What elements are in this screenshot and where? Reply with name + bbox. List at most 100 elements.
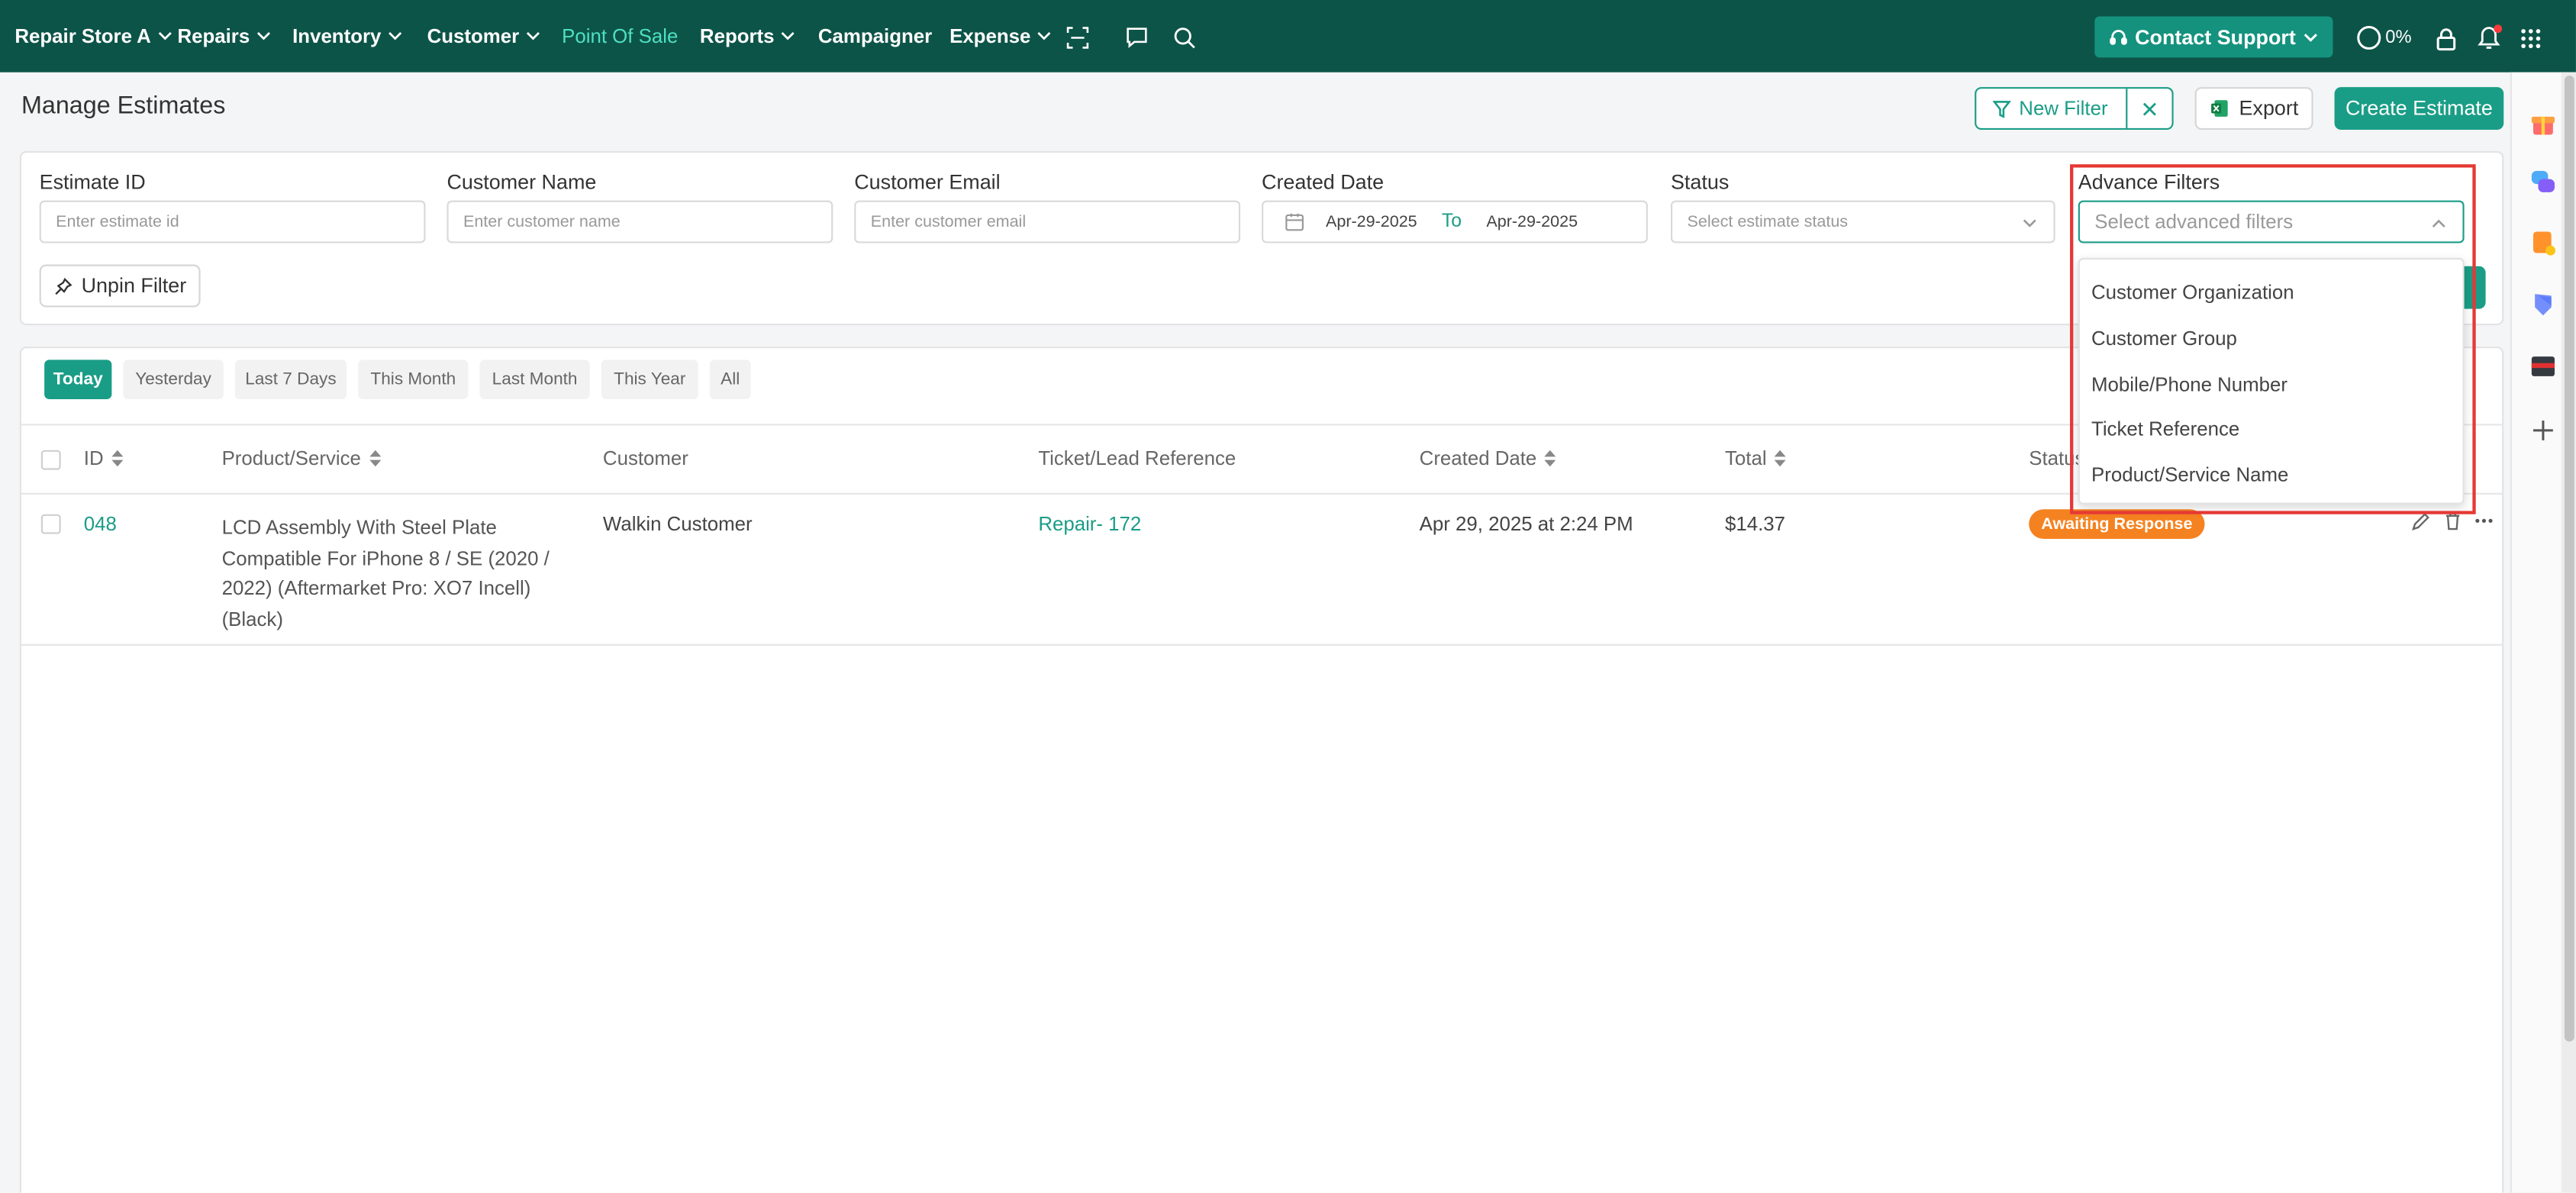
option-customer-group[interactable]: Customer Group bbox=[2091, 327, 2237, 350]
chip-all[interactable]: All bbox=[709, 360, 751, 400]
sort-icon bbox=[1545, 450, 1557, 467]
column-header-product[interactable]: Product/Service bbox=[221, 447, 381, 470]
nav-label: Repairs bbox=[177, 24, 250, 48]
progress-label: 0% bbox=[2385, 27, 2412, 48]
customer-name-input[interactable]: Enter customer name bbox=[447, 200, 833, 243]
top-navbar: Repair Store A Repairs Inventory Custome… bbox=[0, 0, 2576, 73]
placeholder: Select advanced filters bbox=[2094, 210, 2294, 234]
contact-support-button[interactable]: Contact Support bbox=[2094, 16, 2333, 58]
card-icon[interactable] bbox=[2529, 352, 2558, 382]
chevron-down-icon bbox=[257, 32, 271, 40]
create-estimate-button[interactable]: Create Estimate bbox=[2334, 87, 2504, 131]
nav-item-store[interactable]: Repair Store A bbox=[15, 0, 172, 73]
product-description: LCD Assembly With Steel Plate Compatible… bbox=[222, 513, 550, 634]
chevron-down-icon bbox=[2304, 33, 2318, 41]
nav-item-expense[interactable]: Expense bbox=[949, 0, 1052, 73]
chip-last-7-days[interactable]: Last 7 Days bbox=[234, 360, 347, 400]
status-select[interactable]: Select estimate status bbox=[1670, 200, 2055, 243]
advance-filters-select[interactable]: Select advanced filters bbox=[2078, 200, 2465, 243]
clear-filter-button[interactable] bbox=[2127, 89, 2171, 128]
chat-icon[interactable] bbox=[1124, 24, 1149, 50]
product-line: (Black) bbox=[221, 607, 283, 630]
nav-label: Campaigner bbox=[817, 24, 933, 48]
scrollbar-thumb[interactable] bbox=[2564, 76, 2574, 1042]
ticket-reference-link[interactable]: Repair- 172 bbox=[1038, 513, 1141, 536]
nav-label: Point Of Sale bbox=[562, 24, 679, 48]
date-to-label: To bbox=[1441, 211, 1462, 232]
customer-email-label: Customer Email bbox=[854, 170, 1001, 194]
unpin-label: Unpin Filter bbox=[81, 274, 187, 298]
sort-icon bbox=[369, 450, 381, 467]
chevron-down-icon bbox=[388, 32, 402, 40]
sort-icon bbox=[111, 450, 124, 467]
column-header-customer: Customer bbox=[603, 447, 688, 469]
status-label: Status bbox=[1670, 170, 1730, 194]
column-header-id[interactable]: ID bbox=[83, 447, 124, 470]
created-date-label: Created Date bbox=[1262, 170, 1385, 194]
lock-icon[interactable] bbox=[2435, 26, 2458, 50]
column-header-created[interactable]: Created Date bbox=[1419, 447, 1557, 470]
column-header-total[interactable]: Total bbox=[1725, 447, 1787, 470]
gift-icon[interactable] bbox=[2529, 108, 2558, 138]
header-label: Created Date bbox=[1419, 447, 1537, 470]
option-customer-organization[interactable]: Customer Organization bbox=[2091, 281, 2294, 304]
nav-item-campaigner[interactable]: Campaigner bbox=[818, 0, 932, 73]
filter-icon bbox=[1992, 100, 2011, 118]
column-header-status: Status bbox=[2029, 447, 2084, 469]
option-ticket-reference[interactable]: Ticket Reference bbox=[2091, 418, 2239, 440]
customer-name-label: Customer Name bbox=[447, 170, 597, 194]
new-filter-button[interactable]: New Filter bbox=[1976, 89, 2126, 128]
chip-today[interactable]: Today bbox=[44, 360, 112, 400]
edit-icon[interactable] bbox=[2410, 511, 2430, 530]
delete-icon[interactable] bbox=[2443, 509, 2463, 530]
divider bbox=[21, 643, 2504, 646]
option-mobile-phone-number[interactable]: Mobile/Phone Number bbox=[2091, 373, 2287, 396]
headset-icon bbox=[2109, 30, 2126, 45]
advance-filters-dropdown: Customer Organization Customer Group Mob… bbox=[2078, 257, 2465, 505]
search-icon[interactable] bbox=[1172, 24, 1198, 50]
nav-item-repairs[interactable]: Repairs bbox=[177, 0, 271, 73]
plus-icon[interactable] bbox=[2529, 416, 2558, 446]
export-button[interactable]: Export bbox=[2194, 87, 2313, 131]
header-label: Total bbox=[1725, 447, 1767, 470]
nav-label: Inventory bbox=[292, 24, 382, 48]
chevron-down-icon bbox=[1038, 32, 1052, 40]
header-label: ID bbox=[83, 447, 104, 470]
date-to: Apr-29-2025 bbox=[1486, 212, 1578, 231]
apps-grid-icon[interactable] bbox=[2519, 26, 2542, 49]
customer-email-input[interactable]: Enter customer email bbox=[854, 200, 1241, 243]
product-line: LCD Assembly With Steel Plate bbox=[221, 515, 497, 539]
created-date-range-input[interactable]: Apr-29-2025 To Apr-29-2025 bbox=[1262, 200, 1648, 243]
estimate-id-link[interactable]: 048 bbox=[84, 513, 117, 536]
close-icon bbox=[2142, 102, 2156, 115]
export-label: Export bbox=[2239, 96, 2299, 121]
option-product-service-name[interactable]: Product/Service Name bbox=[2091, 463, 2288, 486]
chevron-up-icon bbox=[2432, 219, 2445, 227]
nav-label: Repair Store A bbox=[15, 24, 151, 48]
status-badge: Awaiting Response bbox=[2029, 509, 2205, 539]
nav-item-customer[interactable]: Customer bbox=[427, 0, 541, 73]
chip-this-year[interactable]: This Year bbox=[601, 360, 698, 400]
excel-icon bbox=[2210, 100, 2228, 117]
chip-this-month[interactable]: This Month bbox=[358, 360, 469, 400]
header-label: Product/Service bbox=[221, 447, 361, 470]
scan-icon[interactable] bbox=[1065, 24, 1091, 50]
select-all-checkbox[interactable] bbox=[40, 450, 61, 470]
notes-icon[interactable] bbox=[2529, 228, 2558, 258]
chip-yesterday[interactable]: Yesterday bbox=[123, 360, 224, 400]
chip-last-month[interactable]: Last Month bbox=[479, 360, 590, 400]
unpin-filter-button[interactable]: Unpin Filter bbox=[39, 264, 201, 308]
row-checkbox[interactable] bbox=[40, 514, 61, 534]
chat-bubbles-icon[interactable] bbox=[2529, 168, 2558, 198]
shield-icon[interactable] bbox=[2529, 289, 2558, 319]
nav-item-point-of-sale[interactable]: Point Of Sale bbox=[562, 0, 678, 73]
date-from: Apr-29-2025 bbox=[1325, 212, 1417, 231]
bell-icon[interactable] bbox=[2476, 23, 2502, 51]
page-title: Manage Estimates bbox=[21, 92, 226, 121]
header-label: Ticket/Lead Reference bbox=[1038, 447, 1236, 470]
progress-indicator[interactable]: 0% bbox=[2356, 24, 2412, 50]
estimate-id-input[interactable]: Enter estimate id bbox=[39, 200, 426, 243]
more-options-icon[interactable] bbox=[2472, 511, 2495, 530]
nav-item-inventory[interactable]: Inventory bbox=[292, 0, 402, 73]
nav-item-reports[interactable]: Reports bbox=[700, 0, 796, 73]
